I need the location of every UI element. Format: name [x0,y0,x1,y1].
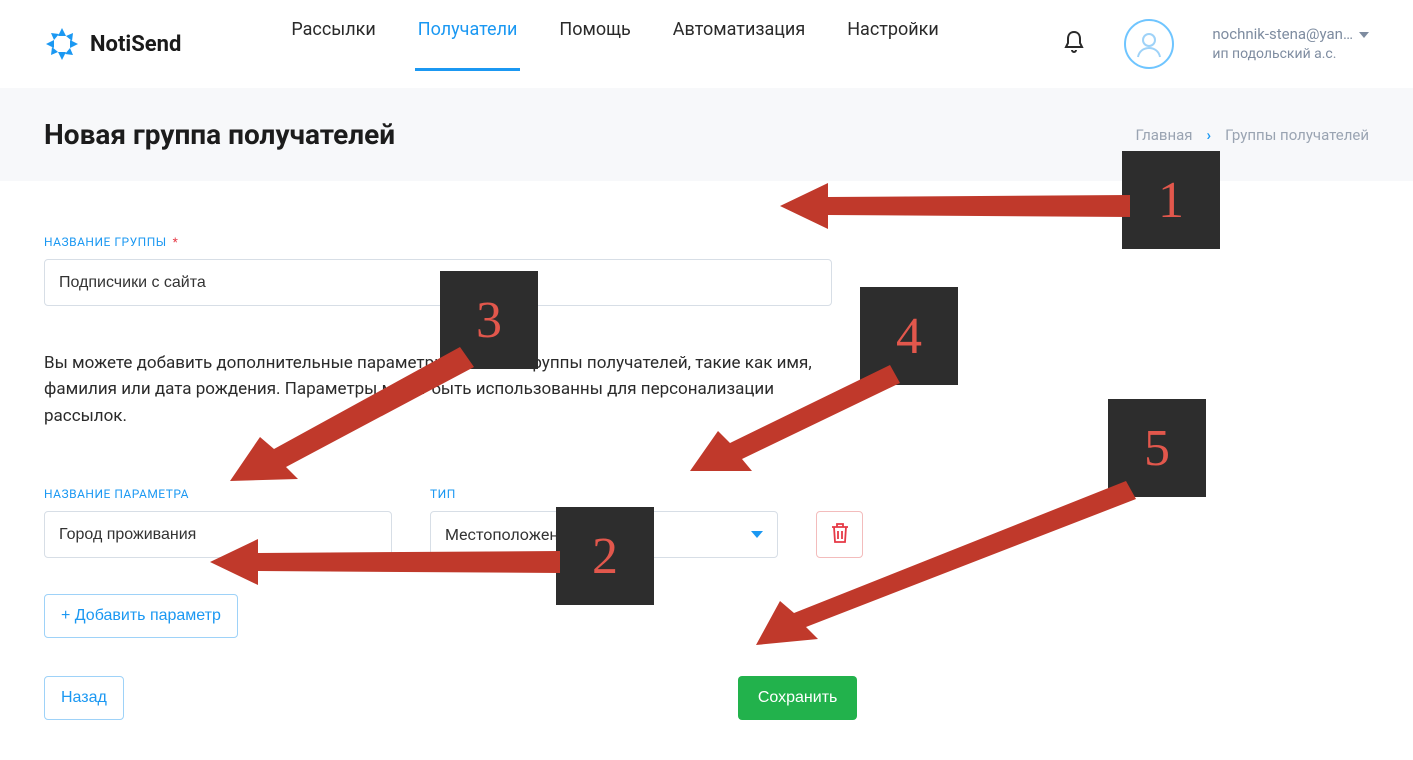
annotation-marker-1: 1 [1122,151,1220,249]
parameter-row: НАЗВАНИЕ ПАРАМЕТРА ТИП Местоположение [44,487,1369,558]
nav-mailings[interactable]: Рассылки [291,19,375,70]
add-parameter-button[interactable]: + Добавить параметр [44,594,238,638]
breadcrumb-home[interactable]: Главная [1136,126,1193,144]
chevron-down-icon [1359,32,1369,38]
annotation-marker-2: 2 [556,507,654,605]
save-button[interactable]: Сохранить [738,676,858,720]
page-title: Новая группа получателей [44,118,395,151]
delete-param-button[interactable] [816,511,863,558]
action-row: Назад Сохранить [44,676,1369,720]
logo-icon [44,26,80,62]
group-name-input[interactable] [44,259,832,306]
logo[interactable]: NotiSend [44,26,181,62]
app-header: NotiSend Рассылки Получатели Помощь Авто… [0,0,1413,88]
breadcrumb: Главная › Группы получателей [1136,126,1369,144]
required-indicator: * [173,235,179,249]
annotation-arrow-1 [780,171,1140,241]
form-area: НАЗВАНИЕ ГРУППЫ * Вы можете добавить доп… [0,181,1413,760]
chevron-down-icon [751,531,763,538]
account-email: nochnik-stena@yan… [1212,25,1353,45]
main-nav: Рассылки Получатели Помощь Автоматизация… [291,19,938,70]
nav-recipients[interactable]: Получатели [418,19,518,70]
nav-settings[interactable]: Настройки [847,19,939,70]
breadcrumb-current: Группы получателей [1225,126,1369,144]
nav-help[interactable]: Помощь [559,19,630,70]
account-block: nochnik-stena@yan… ип подольский а.с. [1212,25,1369,63]
avatar-icon[interactable] [1124,19,1174,69]
param-name-label: НАЗВАНИЕ ПАРАМЕТРА [44,487,392,501]
chevron-right-icon: › [1207,126,1212,144]
param-type-label: ТИП [430,487,778,501]
trash-icon [829,521,851,548]
logo-text: NotiSend [90,32,181,57]
annotation-marker-5: 5 [1108,399,1206,497]
header-right: nochnik-stena@yan… ип подольский а.с. [1062,19,1369,69]
notifications-icon[interactable] [1062,29,1086,59]
annotation-marker-3: 3 [440,271,538,369]
help-text: Вы можете добавить дополнительные параме… [44,350,834,429]
account-subtitle: ип подольский а.с. [1212,45,1369,63]
annotation-marker-4: 4 [860,287,958,385]
param-name-input[interactable] [44,511,392,558]
back-button[interactable]: Назад [44,676,124,720]
account-dropdown[interactable]: nochnik-stena@yan… [1212,25,1369,45]
nav-automation[interactable]: Автоматизация [673,19,805,70]
